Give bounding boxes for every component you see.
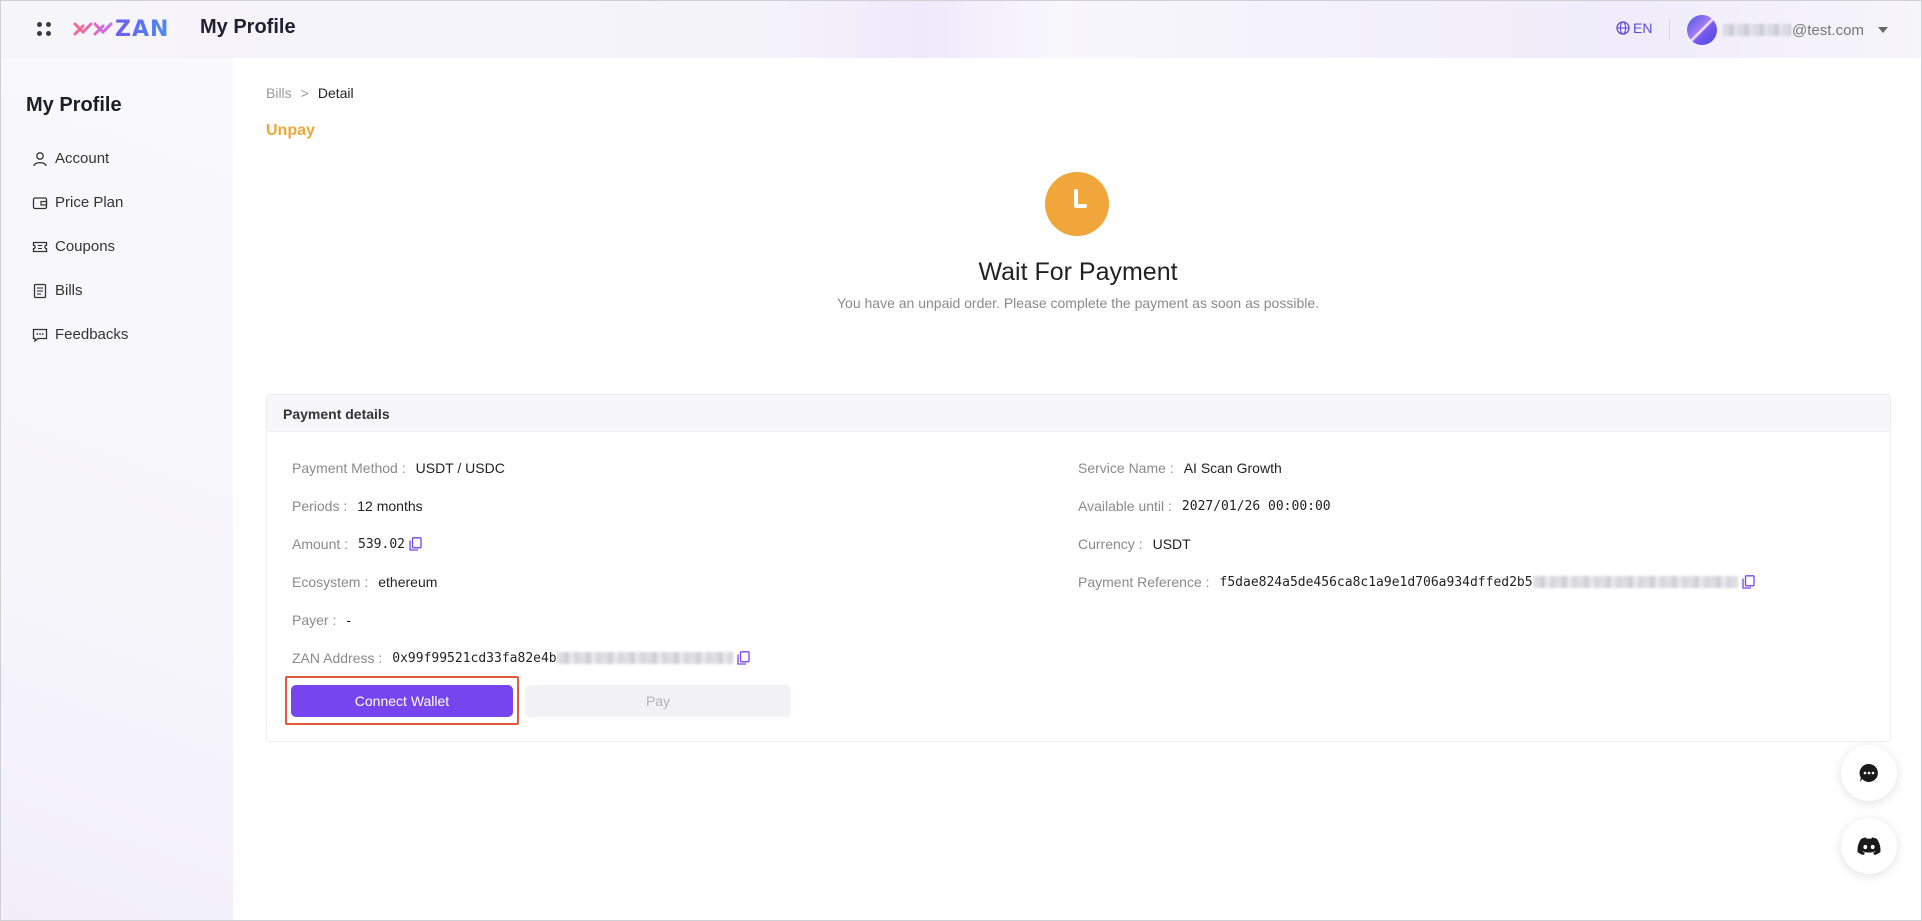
avatar [1687, 15, 1717, 45]
ticket-icon [32, 241, 48, 252]
status-badge: Unpay [266, 122, 315, 139]
page-subtitle: You have an unpaid order. Please complet… [836, 295, 1320, 311]
copy-icon[interactable] [736, 651, 750, 665]
logo-text: ZAN [115, 16, 170, 42]
breadcrumb-current: Detail [317, 85, 354, 101]
payer-field: Payer : - [292, 612, 351, 628]
periods-field: Periods : 12 months [292, 498, 423, 514]
field-label: ZAN Address : [292, 650, 383, 666]
user-icon [33, 151, 47, 166]
chat-button[interactable] [1841, 745, 1897, 801]
field-value: 12 months [357, 498, 423, 514]
field-label: Payment Method : [292, 460, 406, 476]
field-label: Currency : [1078, 536, 1143, 552]
field-value: USDT / USDC [415, 460, 505, 476]
field-label: Payment Reference : [1078, 574, 1210, 590]
main-content: Bills > Detail Unpay Wait For Payment Yo… [233, 58, 1921, 920]
field-label: Ecosystem : [292, 574, 369, 590]
header-divider [1669, 18, 1670, 40]
zan-logo-mark-icon [73, 22, 113, 36]
user-menu[interactable]: @test.com [1687, 15, 1888, 45]
breadcrumb: Bills > Detail [266, 85, 354, 101]
app-window: ZAN My Profile EN @test.com My Profile A… [0, 0, 1922, 921]
sidebar-item-label: Feedbacks [55, 326, 129, 343]
sidebar-item-label: Account [55, 150, 110, 167]
field-label: Available until : [1078, 498, 1172, 514]
field-value: 539.02 [358, 536, 405, 552]
field-value: 0x99f99521cd33fa82e4b [392, 650, 557, 666]
field-label: Amount : [292, 536, 349, 552]
currency-field: Currency : USDT [1078, 536, 1191, 552]
clock-icon [1045, 172, 1109, 236]
sidebar-item-price-plan[interactable]: Price Plan [32, 194, 123, 211]
sidebar-item-label: Coupons [55, 238, 116, 255]
field-value: - [346, 612, 352, 628]
chevron-down-icon [1877, 27, 1888, 33]
ecosystem-field: Ecosystem : ethereum [292, 574, 437, 590]
breadcrumb-parent-link[interactable]: Bills [266, 85, 292, 101]
field-label: Payer : [292, 612, 337, 628]
available-until-field: Available until : 2027/01/26 00:00:00 [1078, 498, 1331, 514]
logo[interactable]: ZAN [73, 16, 170, 42]
pay-button[interactable]: Pay [525, 685, 791, 717]
language-label: EN [1633, 20, 1653, 36]
discord-icon [1857, 837, 1881, 855]
connect-wallet-button[interactable]: Connect Wallet [291, 685, 513, 717]
field-label: Periods : [292, 498, 348, 514]
field-value: 2027/01/26 00:00:00 [1181, 498, 1331, 514]
sidebar-item-feedbacks[interactable]: Feedbacks [32, 326, 128, 343]
redacted-reference [1532, 576, 1738, 588]
header-title: My Profile [200, 16, 296, 38]
payment-reference-field: Payment Reference : f5dae824a5de456ca8c1… [1078, 574, 1755, 590]
top-header: ZAN My Profile EN @test.com [1, 1, 1921, 58]
zan-address-field: ZAN Address : 0x99f99521cd33fa82e4b [292, 650, 750, 666]
discord-button[interactable] [1841, 818, 1897, 874]
field-value: f5dae824a5de456ca8c1a9e1d706a934dffed2b5 [1219, 574, 1533, 590]
sidebar-item-coupons[interactable]: Coupons [32, 238, 115, 255]
breadcrumb-separator: > [300, 85, 309, 101]
copy-icon[interactable] [409, 537, 422, 551]
message-icon [32, 328, 48, 342]
field-value: ethereum [378, 574, 438, 590]
sidebar-item-bills[interactable]: Bills [32, 282, 83, 299]
page-title: Wait For Payment [978, 258, 1178, 286]
apps-grid-icon[interactable] [37, 22, 51, 36]
payment-method-field: Payment Method : USDT / USDC [292, 460, 505, 476]
field-label: Service Name : [1078, 460, 1174, 476]
user-email-domain: @test.com [1792, 21, 1864, 39]
globe-icon [1616, 21, 1630, 35]
sidebar-item-account[interactable]: Account [32, 150, 109, 167]
redacted-email-local-part [1723, 24, 1791, 36]
field-value: USDT [1152, 536, 1191, 552]
sidebar-item-label: Bills [55, 282, 83, 299]
sidebar-title: My Profile [26, 94, 122, 116]
sidebar: My Profile Account Price Plan Coupons Bi… [1, 58, 233, 920]
payment-details-title: Payment details [267, 395, 1890, 432]
copy-icon[interactable] [1741, 575, 1755, 589]
service-name-field: Service Name : AI Scan Growth [1078, 460, 1282, 476]
wallet-icon [32, 196, 48, 209]
amount-field: Amount : 539.02 [292, 536, 422, 552]
sidebar-item-label: Price Plan [55, 194, 124, 211]
document-icon [33, 283, 47, 298]
language-switcher[interactable]: EN [1616, 20, 1652, 36]
redacted-address [556, 652, 733, 664]
chat-bubble-icon [1859, 763, 1878, 782]
field-value: AI Scan Growth [1183, 460, 1282, 476]
